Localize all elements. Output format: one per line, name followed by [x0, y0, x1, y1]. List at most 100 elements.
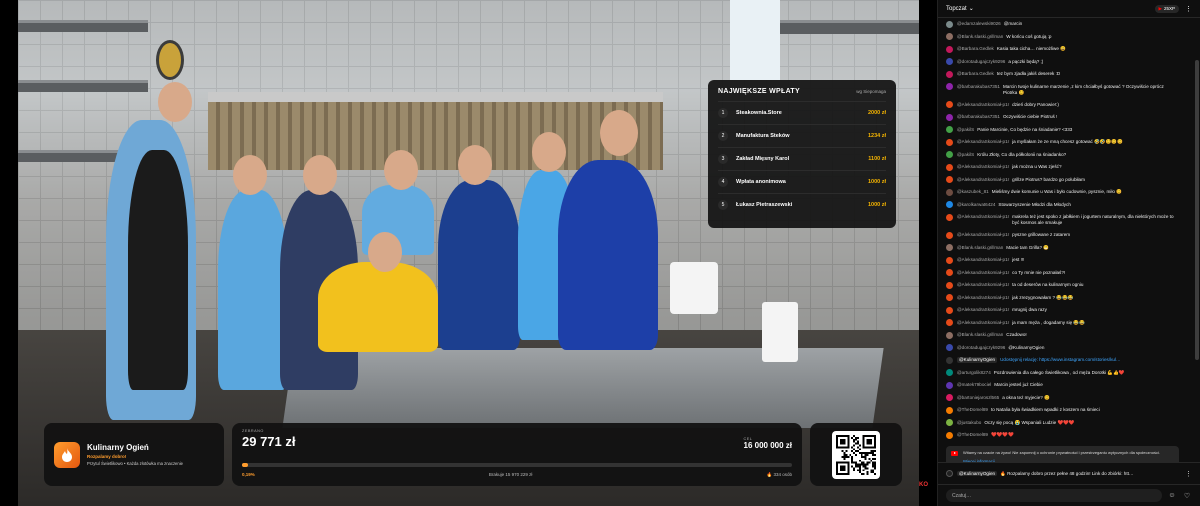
- chat-message[interactable]: @Barbara.Gedlek Kasia taka cicha… niemożl…: [946, 43, 1179, 56]
- chat-message[interactable]: @dorotadugajczyk9296 a pączki będą? ;): [946, 56, 1179, 69]
- person: [558, 160, 658, 350]
- chat-author[interactable]: @pakilS: [957, 127, 974, 133]
- chat-message[interactable]: @justakubo Oczy się pocą 😭 Wspaniali Ludz…: [946, 417, 1179, 430]
- chat-message[interactable]: @dorotadugajczyk9296 @KulinarnyOgien: [946, 342, 1179, 355]
- chat-message[interactable]: @matek79bociel Marcin jesteś już Ciebie: [946, 379, 1179, 392]
- chat-author[interactable]: @edamzalewski9026: [957, 21, 1001, 27]
- chat-message[interactable]: @AleksandraSkomiał-p1r ja mam męża , doga…: [946, 317, 1179, 330]
- chat-message[interactable]: @barbarakubas7351 Marcin twoje kulinarne …: [946, 81, 1179, 99]
- chat-author[interactable]: @AleksandraSkomiał-p1r: [957, 102, 1009, 108]
- chat-author[interactable]: @AleksandraSkomiał-p1r: [957, 307, 1009, 313]
- chat-message-list[interactable]: @edamzalewski9026 @marcin @Blank.slaski.gr…: [938, 18, 1185, 462]
- chat-message[interactable]: @barbarakubas7351 Oczywiście ciebie Piotr…: [946, 111, 1179, 124]
- chat-mode-dropdown[interactable]: Topczat ⌄: [946, 5, 974, 13]
- donor-count: 🔥 334 osób: [767, 472, 792, 478]
- chat-author[interactable]: @AleksandraSkomiał-p1r: [957, 139, 1009, 145]
- chat-author[interactable]: @matek79bociel: [957, 382, 991, 388]
- head: [458, 145, 492, 185]
- chat-author[interactable]: @AleksandraSkomiał-p1r: [957, 295, 1009, 301]
- chat-author[interactable]: @Blank.slaski.grillman: [957, 332, 1003, 338]
- chat-author[interactable]: @barbarakubas7351: [957, 114, 1000, 120]
- chat-author[interactable]: @TheDomel89: [957, 407, 988, 413]
- chat-author[interactable]: @Blank.slaski.grillman: [957, 245, 1003, 251]
- chat-text: Stowarzyszenie Młodzi dla Młodych: [998, 201, 1071, 207]
- chat-message[interactable]: @AleksandraSkomiał-p1r grillze Piotrus? b…: [946, 174, 1179, 187]
- chat-author[interactable]: @AleksandraSkomiał-p1r: [957, 164, 1009, 170]
- chat-scrollbar[interactable]: [1195, 60, 1199, 360]
- chat-message[interactable]: @AleksandraSkomiał-p1r jak zrezygnowałam …: [946, 292, 1179, 305]
- chat-message[interactable]: @AleksandraSkomiał-p1r pyszne grillowane …: [946, 229, 1179, 242]
- chat-message[interactable]: @AleksandraSkomiał-p1r co Ty mnie nie poz…: [946, 267, 1179, 280]
- chat-author[interactable]: @barbarakubas7351: [957, 84, 1000, 90]
- chat-author[interactable]: @AleksandraSkomiał-p1r: [957, 270, 1009, 276]
- paper-towel-roll: [670, 262, 718, 314]
- chat-message[interactable]: @arturgolik8274 Pozdrowienia dla całego Ś…: [946, 367, 1179, 380]
- chat-message[interactable]: @bartoniejaroszl565 a okna też myjecie? 😊: [946, 392, 1179, 405]
- avatar: [946, 331, 953, 339]
- chat-message[interactable]: @pakilS Panie Marcinie, Co będzie na śnia…: [946, 124, 1179, 137]
- chat-message[interactable]: @TheDomel89 ❤️❤️❤️❤️: [946, 429, 1179, 442]
- chat-author[interactable]: @pakilS: [957, 152, 974, 158]
- chat-author[interactable]: @arturgolik8274: [957, 370, 991, 376]
- chat-message[interactable]: @pakilS Królu Złoty, Co dla półkolonii na…: [946, 149, 1179, 162]
- chat-text: Marcin jesteś już Ciebie: [994, 382, 1043, 387]
- chat-input[interactable]: [946, 489, 1162, 502]
- flame-icon: 🔥: [766, 472, 773, 477]
- chat-message[interactable]: @edamzalewski9026 @marcin: [946, 18, 1179, 31]
- chat-author[interactable]: @dorotadugajczyk9296: [957, 345, 1005, 351]
- chat-message[interactable]: @AleksandraSkomiał-p1r makrela też jest s…: [946, 211, 1179, 229]
- chat-author[interactable]: @justakubo: [957, 420, 981, 426]
- chat-author[interactable]: @AleksandraSkomiał-p1r: [957, 214, 1009, 220]
- more-options-icon[interactable]: ⋮: [1185, 5, 1192, 13]
- chat-text: Panie Marcinie, Co będzie na śniadanie? …: [977, 126, 1073, 132]
- pinned-author: @KulinarnyOgien: [957, 471, 998, 476]
- points-badge[interactable]: ▶ 25XP: [1154, 4, 1179, 13]
- chat-author[interactable]: @Barbara.Gedlek: [957, 71, 994, 77]
- chat-author[interactable]: @KulinarnyOgien: [957, 357, 998, 363]
- brand-name: Kulinarny Ogień: [87, 443, 149, 452]
- chat-text: ja myślałam że ze mną chcesz gotować 🤣🤣😊…: [1012, 139, 1123, 144]
- avatar: [946, 83, 953, 90]
- chat-message[interactable]: @AleksandraSkomiał-p1r dzień dobry Panowi…: [946, 99, 1179, 112]
- avatar: [946, 126, 953, 133]
- chat-author[interactable]: @kaszubek_81: [957, 189, 989, 195]
- chat-author[interactable]: @TheDomel89: [957, 432, 988, 438]
- chat-message[interactable]: @AleksandraSkomiał-p1r ta od deserów na k…: [946, 279, 1179, 292]
- avatar: [946, 431, 953, 439]
- chevron-down-icon: ⌄: [968, 6, 974, 12]
- chat-author[interactable]: @AleksandraSkomiał-p1r: [957, 232, 1009, 238]
- chat-text: jak można u Was zjeść?: [1012, 164, 1062, 169]
- chat-message[interactable]: @Blank.slaski.grillman Macie tam Grilla? …: [946, 242, 1179, 255]
- chat-author[interactable]: @dorotadugajczyk9296: [957, 59, 1005, 65]
- chat-author[interactable]: @AleksandraSkomiał-p1r: [957, 282, 1009, 288]
- pinned-message[interactable]: @KulinarnyOgien 🔥 Rozpalamy dobro przez …: [938, 462, 1200, 484]
- chat-message[interactable]: @kaszubek_81 Mieliśmy dwie komunie u Was …: [946, 186, 1179, 199]
- heart-icon[interactable]: ♡: [1182, 491, 1192, 501]
- donor-rank: 3: [718, 154, 728, 164]
- chat-message[interactable]: @KulinarnyOgien Udostępnij relację: https…: [946, 354, 1179, 367]
- chat-message[interactable]: @AleksandraSkomiał-p1r mrugnij dwa razy: [946, 304, 1179, 317]
- chat-author[interactable]: @Barbara.Gedlek: [957, 46, 994, 52]
- chat-author[interactable]: @karolkarwat6424: [957, 202, 995, 208]
- chat-message[interactable]: @Blank.slaski.grillman W końcu coś gotują…: [946, 31, 1179, 44]
- top-donors-source: wg Siepomaga: [856, 89, 886, 94]
- chat-message[interactable]: @karolkarwat6424 Stowarzyszenie Młodzi dl…: [946, 199, 1179, 212]
- pinned-text: 🔥 Rozpalamy dobro przez pełne 48 godzin!…: [1000, 470, 1134, 476]
- chat-author[interactable]: @Blank.slaski.grillman: [957, 34, 1003, 40]
- chat-author[interactable]: @AleksandraSkomiał-p1r: [957, 320, 1009, 326]
- chat-author[interactable]: @AleksandraSkomiał-p1r: [957, 177, 1009, 183]
- chat-message[interactable]: @AleksandraSkomiał-p1r ja myślałam że ze …: [946, 136, 1179, 149]
- chat-message[interactable]: @Blank.slaski.grillman Czadowo!: [946, 329, 1179, 342]
- more-options-icon[interactable]: ⋮: [1185, 470, 1192, 478]
- avatar: [946, 33, 953, 40]
- flame-logo-icon: [54, 441, 80, 468]
- chat-author[interactable]: @AleksandraSkomiał-p1r: [957, 257, 1009, 263]
- chat-message[interactable]: @AleksandraSkomiał-p1r jest !!!: [946, 254, 1179, 267]
- chat-message[interactable]: @AleksandraSkomiał-p1r jak można u Was zj…: [946, 161, 1179, 174]
- avatar: [946, 244, 953, 251]
- chat-author[interactable]: @bartoniejaroszl565: [957, 395, 999, 401]
- chat-message[interactable]: @TheDomel89 to Natalia była świadkiem wpa…: [946, 404, 1179, 417]
- video-player[interactable]: NAJWIĘKSZE WPŁATY wg Siepomaga 1 Steakown…: [0, 0, 937, 506]
- emoji-icon[interactable]: ☺: [1167, 491, 1177, 501]
- chat-message[interactable]: @Barbara.Gedlek tez bym zjadła jakiś dese…: [946, 68, 1179, 81]
